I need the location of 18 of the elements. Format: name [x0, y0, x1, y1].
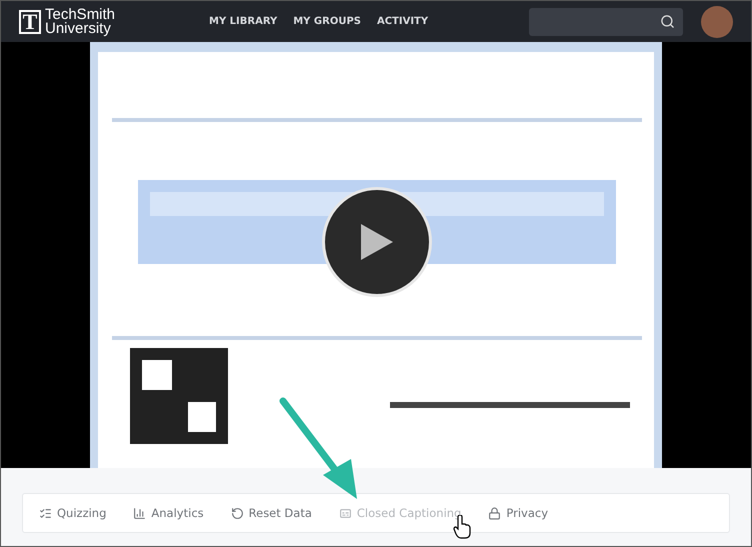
nav-link[interactable]: MY LIBRARY — [209, 16, 278, 27]
toolbar-button[interactable]: Reset Data — [230, 506, 312, 520]
search-field[interactable] — [529, 8, 683, 36]
logo-text: TechSmith University — [45, 8, 116, 36]
toolbar-button[interactable]: Quizzing — [39, 506, 106, 520]
toolbar-button[interactable]: Privacy — [488, 506, 548, 520]
toolbar-button[interactable]: Analytics — [133, 506, 204, 520]
play-icon — [359, 222, 395, 262]
logo-mark: T — [19, 10, 41, 34]
lock-icon — [488, 506, 502, 520]
captions-icon — [338, 506, 352, 520]
avatar[interactable] — [701, 6, 733, 38]
nav-link[interactable]: MY GROUPS — [293, 16, 361, 27]
nav-link[interactable]: ACTIVITY — [376, 16, 428, 27]
bar-chart-icon — [133, 506, 146, 520]
search-icon — [660, 14, 675, 29]
list-icon — [39, 506, 52, 520]
undo-icon — [230, 506, 244, 520]
